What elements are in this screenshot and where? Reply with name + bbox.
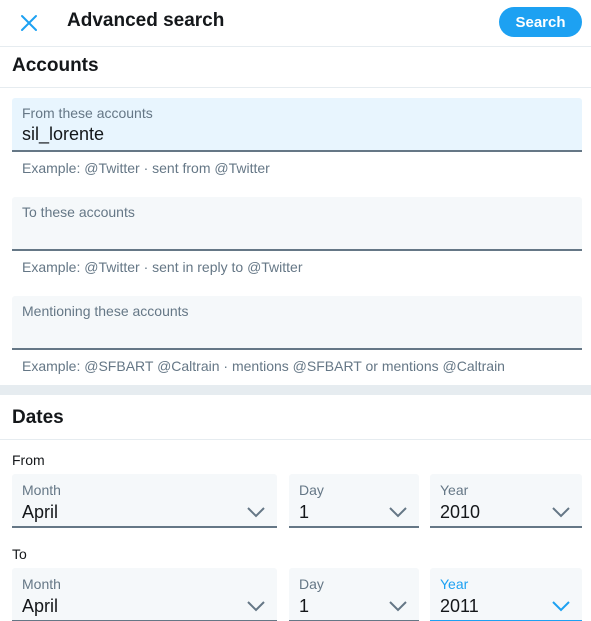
to-month-label: Month	[22, 576, 61, 592]
from-month-value: April	[22, 502, 59, 522]
chevron-down-icon	[247, 601, 265, 612]
from-accounts-label: From these accounts	[22, 105, 153, 121]
to-month-value: April	[22, 596, 59, 616]
to-accounts-hint: Example: @Twitter · sent in reply to @Tw…	[22, 259, 303, 275]
accounts-section-title: Accounts	[12, 55, 99, 76]
to-accounts-label: To these accounts	[22, 204, 135, 220]
to-year-label: Year	[440, 576, 469, 592]
from-accounts-field[interactable]: From these accounts sil_lorente	[12, 98, 582, 152]
page-title: Advanced search	[67, 10, 225, 31]
from-accounts-value: sil_lorente	[22, 124, 105, 144]
from-accounts-hint: Example: @Twitter · sent from @Twitter	[22, 160, 270, 176]
mentioning-accounts-hint: Example: @SFBART @Caltrain · mentions @S…	[22, 358, 505, 374]
accounts-divider	[0, 87, 591, 88]
mentioning-accounts-field[interactable]: Mentioning these accounts	[12, 296, 582, 350]
to-year-value: 2011	[440, 596, 479, 616]
to-date-label: To	[12, 546, 27, 562]
chevron-down-icon	[552, 601, 570, 612]
mentioning-accounts-label: Mentioning these accounts	[22, 303, 189, 319]
chevron-down-icon	[389, 507, 407, 518]
from-year-label: Year	[440, 482, 469, 498]
section-separator	[0, 385, 591, 395]
to-year-select[interactable]: Year 2011	[430, 568, 582, 621]
close-icon	[21, 15, 37, 31]
dates-divider	[0, 439, 591, 440]
from-day-value: 1	[299, 502, 310, 522]
from-year-select[interactable]: Year 2010	[430, 474, 582, 528]
to-day-select[interactable]: Day 1	[289, 568, 419, 621]
from-year-value: 2010	[440, 502, 481, 522]
chevron-down-icon	[389, 601, 407, 612]
from-month-label: Month	[22, 482, 61, 498]
to-accounts-field[interactable]: To these accounts	[12, 197, 582, 251]
to-month-select[interactable]: Month April	[12, 568, 277, 621]
chevron-down-icon	[552, 507, 570, 518]
from-day-label: Day	[299, 482, 324, 498]
to-day-value: 1	[299, 596, 310, 616]
chevron-down-icon	[247, 507, 265, 518]
search-button[interactable]: Search	[499, 7, 582, 37]
from-day-select[interactable]: Day 1	[289, 474, 419, 528]
header: Advanced search Search	[0, 0, 591, 47]
to-day-label: Day	[299, 576, 324, 592]
dates-section-title: Dates	[12, 407, 64, 428]
close-button[interactable]	[14, 8, 44, 38]
from-month-select[interactable]: Month April	[12, 474, 277, 528]
from-date-label: From	[12, 452, 45, 468]
